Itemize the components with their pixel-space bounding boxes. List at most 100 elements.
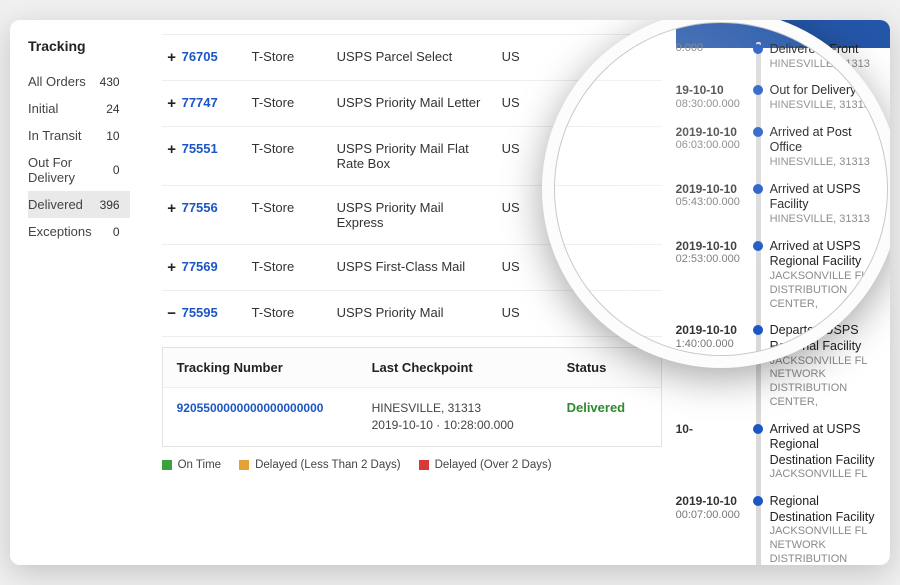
order-country: US — [502, 200, 542, 215]
timeline-time: 2019-10-1002:53:00.000 — [676, 239, 750, 312]
timeline-event: 10- Arrived at USPS Regional Destination … — [676, 418, 880, 491]
swatch-green-icon — [162, 460, 172, 470]
timeline-dot-icon — [753, 241, 763, 251]
timeline-time: 10- — [676, 422, 750, 483]
sidebar-item-delivered[interactable]: Delivered 396 — [28, 191, 130, 218]
expand-toggle-icon[interactable]: + — [162, 95, 182, 112]
sidebar-title: Tracking — [28, 38, 130, 54]
sidebar-item-out-for-delivery[interactable]: Out For Delivery0 — [28, 149, 130, 191]
timeline-time: 0.000 — [676, 42, 750, 71]
order-row: +77556T-StoreUSPS Priority Mail ExpressU… — [162, 186, 662, 245]
legend-delayed-gt2: Delayed (Over 2 Days) — [419, 459, 552, 471]
timeline-dot-icon — [753, 44, 763, 54]
timeline-event-title: Regional Destination Facility — [770, 494, 880, 525]
tracking-number-link[interactable]: 9205500000000000000000 — [177, 401, 324, 415]
timeline-body: Arrived at USPS Regional Destination Fac… — [770, 422, 880, 483]
timeline-dot-icon — [753, 496, 763, 506]
timeline-event: 2019-10-101:40:00.000 Departed USPS Regio… — [676, 319, 880, 417]
order-service: USPS Parcel Select — [337, 49, 502, 64]
timeline-event: 19-10-1008:30:00.000Out for DeliveryHINE… — [676, 79, 880, 120]
orders-table: +76705T-StoreUSPS Parcel SelectUS+77747T… — [162, 34, 662, 337]
order-row: +77747T-StoreUSPS Priority Mail LetterUS — [162, 81, 662, 127]
order-country: US — [502, 305, 542, 320]
sidebar-item-count: 396 — [92, 198, 120, 212]
col-header-status: Status — [567, 360, 647, 375]
checkpoint-location: HINESVILLE, 31313 — [372, 401, 481, 415]
legend-on-time-label: On Time — [178, 459, 221, 471]
timeline-body: Arrived at Post OfficeHINESVILLE, 31313 — [770, 125, 880, 170]
timeline-event: 2019-10-1006:03:00.000 Arrived at Post Of… — [676, 121, 880, 178]
order-country: US — [502, 141, 542, 156]
last-checkpoint-cell: HINESVILLE, 31313 2019-10-10 · 10:28:00.… — [372, 400, 567, 434]
timeline-dot-icon — [753, 127, 763, 137]
sidebar-item-count: 0 — [92, 163, 120, 177]
timeline-event: 2019-10-1000:07:00.000 Regional Destinati… — [676, 490, 880, 565]
order-id-link[interactable]: 77556 — [182, 200, 252, 215]
order-row: +76705T-StoreUSPS Parcel SelectUS — [162, 34, 662, 81]
sidebar-item-label: In Transit — [28, 128, 81, 143]
swatch-orange-icon — [239, 460, 249, 470]
timeline-body: Arrived at USPS Regional FacilityJACKSON… — [770, 239, 880, 312]
expand-toggle-icon[interactable]: + — [162, 49, 182, 66]
sidebar-item-exceptions[interactable]: Exceptions0 — [28, 218, 130, 245]
order-store: T-Store — [252, 259, 337, 274]
swatch-red-icon — [419, 460, 429, 470]
order-store: T-Store — [252, 95, 337, 110]
timeline: 0.000Delivered, FrontHINESVILLE, 3131319… — [676, 32, 880, 565]
timeline-time: 2019-10-1000:07:00.000 — [676, 494, 750, 565]
order-service: USPS First-Class Mail — [337, 259, 502, 274]
legend-delayed-gt2-label: Delayed (Over 2 Days) — [435, 459, 552, 471]
sidebar-item-label: Out For Delivery — [28, 155, 92, 185]
details-data-row: 9205500000000000000000 HINESVILLE, 31313… — [163, 388, 661, 446]
tracking-details-box: Tracking Number Last Checkpoint Status 9… — [162, 347, 662, 447]
sidebar-item-count: 10 — [92, 129, 120, 143]
timeline-time: 2019-10-1005:43:00.000 — [676, 182, 750, 227]
checkpoint-time: 2019-10-10 · 10:28:00.000 — [372, 418, 514, 432]
order-row: +75551T-StoreUSPS Priority Mail Flat Rat… — [162, 127, 662, 186]
timeline-event-title: Arrived at USPS Regional Facility — [770, 239, 880, 270]
timeline-body: Delivered, FrontHINESVILLE, 31313 — [770, 42, 880, 71]
timeline-event-location: JACKSONVILLE FL NETWORK DISTRIBUTION CEN… — [770, 525, 880, 565]
order-id-link[interactable]: 77569 — [182, 259, 252, 274]
sidebar-item-initial[interactable]: Initial24 — [28, 95, 130, 122]
order-id-link[interactable]: 76705 — [182, 49, 252, 64]
timeline-dot-icon — [753, 184, 763, 194]
timeline-body: Departed USPS Regional FacilityJACKSONVI… — [770, 323, 880, 409]
order-service: USPS Priority Mail Express — [337, 200, 502, 230]
timeline-event-location: HINESVILLE, 31313 — [770, 156, 880, 170]
sidebar-item-in-transit[interactable]: In Transit 10 — [28, 122, 130, 149]
expand-toggle-icon[interactable]: + — [162, 200, 182, 217]
sidebar-item-label: Exceptions — [28, 224, 92, 239]
sidebar-item-all-orders[interactable]: All Orders 430 — [28, 68, 130, 95]
order-row: +77569T-StoreUSPS First-Class MailUS — [162, 245, 662, 291]
order-store: T-Store — [252, 49, 337, 64]
timeline-event: 2019-10-1002:53:00.000 Arrived at USPS Re… — [676, 235, 880, 320]
expand-toggle-icon[interactable]: + — [162, 141, 182, 158]
sidebar-item-label: Initial — [28, 101, 58, 116]
main-content: +76705T-StoreUSPS Parcel SelectUS+77747T… — [130, 20, 676, 565]
order-country: US — [502, 259, 542, 274]
timeline-time: 2019-10-1006:03:00.000 — [676, 125, 750, 170]
timeline-event-title: Delivered, Front — [770, 42, 880, 58]
legend-delayed-lt2: Delayed (Less Than 2 Days) — [239, 459, 401, 471]
order-service: USPS Priority Mail Flat Rate Box — [337, 141, 502, 171]
timeline-event: 2019-10-1005:43:00.000 Arrived at USPS Fa… — [676, 178, 880, 235]
expand-toggle-icon[interactable]: + — [162, 259, 182, 276]
sidebar-item-count: 430 — [92, 75, 120, 89]
expand-toggle-icon[interactable]: − — [162, 305, 182, 322]
timeline-dot-icon — [753, 325, 763, 335]
order-row: −75595T-StoreUSPS Priority MailUS — [162, 291, 662, 337]
legend: On Time Delayed (Less Than 2 Days) Delay… — [162, 459, 662, 471]
col-header-tracking: Tracking Number — [177, 360, 372, 375]
order-id-link[interactable]: 77747 — [182, 95, 252, 110]
sidebar-item-label: Delivered — [28, 197, 83, 212]
timeline-event-title: Out for Delivery — [770, 83, 880, 99]
timeline-body: Arrived at USPS FacilityHINESVILLE, 3131… — [770, 182, 880, 227]
order-id-link[interactable]: 75595 — [182, 305, 252, 320]
status-cell: Delivered — [567, 400, 647, 434]
order-country: US — [502, 95, 542, 110]
timeline-event-title: Arrived at USPS Facility — [770, 182, 880, 213]
sidebar-item-label: All Orders — [28, 74, 86, 89]
order-id-link[interactable]: 75551 — [182, 141, 252, 156]
timeline-time: 2019-10-101:40:00.000 — [676, 323, 750, 409]
